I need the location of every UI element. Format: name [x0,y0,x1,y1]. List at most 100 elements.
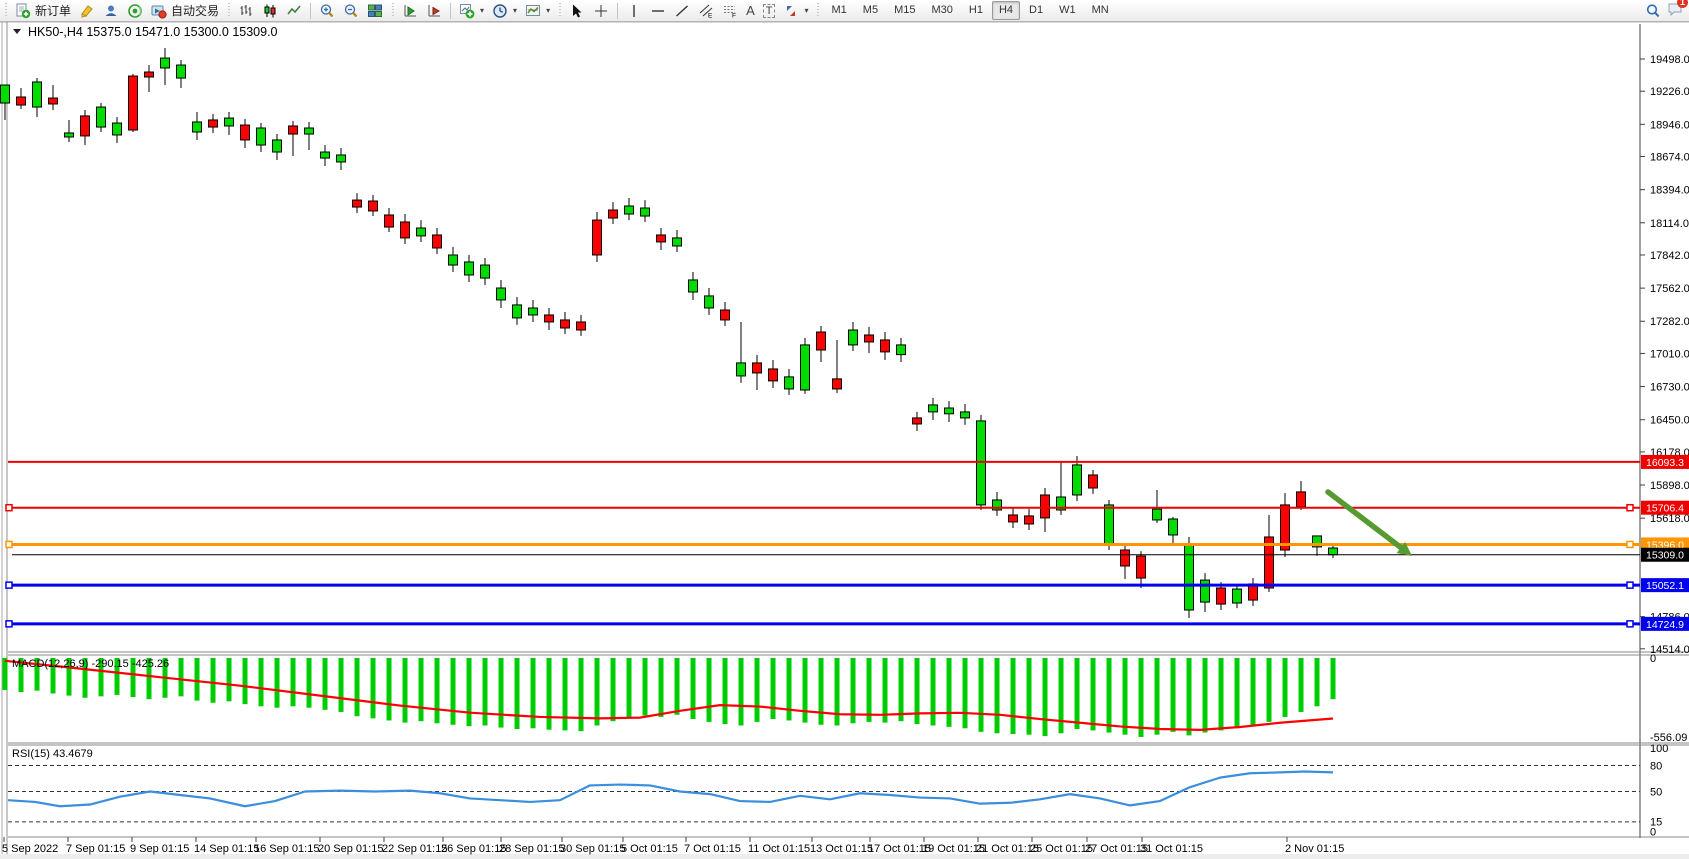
signals-button[interactable] [123,1,147,20]
macd-histogram-bar [354,658,360,717]
macd-histogram-bar [898,658,904,722]
chat-unread-badge: 1 [1677,0,1688,8]
candlestick-mode-button[interactable] [258,1,282,20]
tf-m5-button[interactable]: M5 [856,1,885,20]
macd-histogram-bar [226,658,232,702]
collapse-triangle-icon[interactable] [13,29,21,34]
macd-histogram-bar [1026,658,1032,735]
vertical-line-tool-button[interactable] [622,1,646,20]
tf-m30-button[interactable]: M30 [924,1,959,20]
new-order-button[interactable]: 新订单 [11,1,75,20]
macd-histogram-bar [386,658,392,721]
periods-button[interactable]: ▾ [488,1,521,20]
macd-histogram-bar [770,658,776,720]
svg-text:16730.0: 16730.0 [1650,382,1689,394]
zoom-out-button[interactable] [339,1,363,20]
macd-histogram-bar [722,658,728,725]
candle-body [960,411,970,419]
candlestick-icon [262,3,278,19]
line-handle[interactable] [5,540,13,549]
date-tick-label: 7 Oct 01:15 [684,843,741,855]
macd-histogram-bar [338,658,344,712]
candle-body [1328,547,1338,556]
zoom-in-button[interactable] [315,1,339,20]
line-handle[interactable] [1626,540,1634,549]
horizontal-line-tool-button[interactable] [646,1,670,20]
bar-chart-mode-button[interactable] [234,1,258,20]
date-tick-label: 25 Oct 01:15 [1030,843,1093,855]
trendline-tool-button[interactable] [670,1,694,20]
cursor-tool-button[interactable] [565,1,589,20]
zoom-in-icon [319,3,335,19]
tf-m1-button[interactable]: M1 [825,1,854,20]
date-tick-label: 7 Sep 01:15 [66,843,125,855]
line-chart-mode-button[interactable] [282,1,306,20]
macd-label: MACD(12,26,9) -290.15 -425.26 [12,658,169,670]
navigator-button[interactable] [422,1,446,20]
community-button[interactable] [99,1,123,20]
date-axis[interactable]: 5 Sep 2022 7 Sep 01:15 9 Sep 01:15 14 Sep 0… [2,837,1344,855]
candle-body [592,219,602,256]
tile-windows-button[interactable] [363,1,387,20]
macd-histogram-bar [1170,658,1176,732]
crosshair-tool-button[interactable] [589,1,613,20]
tf-w1-button[interactable]: W1 [1052,1,1083,20]
cursor-icon [569,3,585,19]
chat-button[interactable]: 1 [1667,0,1688,20]
candle-body [224,117,234,127]
toolbar-grip [557,3,563,18]
line-handle[interactable] [1626,503,1634,512]
price-axis[interactable]: 19498.0 19226.0 18946.0 18674.0 18394.0 18114… [1640,54,1689,656]
chart-canvas: HK50-,H4 15375.0 15471.0 15300.0 15309.0… [0,21,1689,859]
svg-text:50: 50 [1650,787,1662,799]
macd-histogram-bar [1106,658,1112,733]
indicator-list-button[interactable] [398,1,422,20]
line-handle[interactable] [5,503,13,512]
line-handle[interactable] [1626,620,1634,628]
tf-h1-button[interactable]: H1 [962,1,990,20]
candle-body [480,264,490,279]
marker-tool-button[interactable] [75,1,99,20]
chart-symbol-title: HK50-,H4 15375.0 15471.0 15300.0 15309.0 [28,25,278,39]
text-tool-button[interactable]: A [742,1,759,20]
macd-histogram-bar [290,658,296,707]
candle-body [848,329,858,346]
fibonacci-tool-button[interactable]: F [718,1,742,20]
candle-body [176,64,186,79]
line-handle[interactable] [1626,581,1634,589]
line-handle[interactable] [5,620,13,628]
text-label-tool-button[interactable]: T [759,1,780,20]
svg-text:16093.3: 16093.3 [1646,457,1684,469]
templates-button[interactable]: ▾ [521,1,554,20]
candle-body [32,81,42,108]
search-icon[interactable] [1645,3,1661,19]
tf-h4-button[interactable]: H4 [991,1,1020,20]
tf-m15-button[interactable]: M15 [887,1,922,20]
equidistant-channel-tool-button[interactable]: E [694,1,718,20]
arrows-tool-button[interactable]: ▾ [779,1,812,20]
candle-body [640,207,650,217]
svg-text:0: 0 [1650,653,1656,665]
tf-d1-button[interactable]: D1 [1022,1,1050,20]
macd-histogram-bar [370,658,376,719]
trend-arrow-annotation[interactable] [1325,489,1412,556]
svg-text:15618.0: 15618.0 [1650,513,1689,525]
macd-histogram-bar [754,658,760,722]
community-icon [103,3,119,19]
svg-text:15898.0: 15898.0 [1650,480,1689,492]
macd-histogram-bar [498,658,504,728]
candle-body [208,119,218,128]
candle-body [800,344,810,391]
candle-body [128,75,138,131]
date-tick-label: 26 Sep 01:15 [441,843,506,855]
new-chart-button[interactable]: ▾ [455,1,488,20]
candle-body [1168,518,1178,536]
date-tick-label: 16 Sep 01:15 [254,843,319,855]
candle-body [288,125,298,135]
line-handle[interactable] [5,581,13,589]
svg-text:19226.0: 19226.0 [1650,86,1689,98]
toolbar-grip [3,3,8,18]
auto-trading-button[interactable]: 自动交易 [147,1,223,20]
template-icon [525,3,541,19]
tf-mn-button[interactable]: MN [1085,1,1116,20]
